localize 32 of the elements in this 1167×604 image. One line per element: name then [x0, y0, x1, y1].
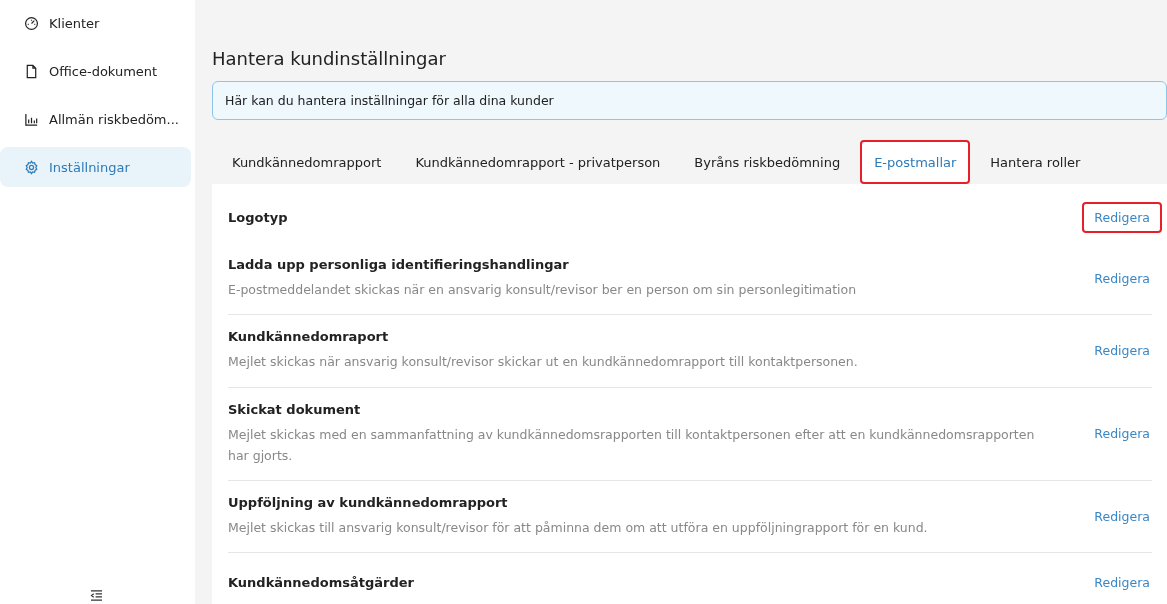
template-title: Logotyp	[228, 210, 288, 225]
template-description: E-postmeddelandet skickas när en ansvarig konsult/revisor ber en person om sin personlegitimation	[228, 281, 857, 299]
sidebar-item[interactable]: Klienter	[0, 3, 191, 43]
sidebar-item[interactable]: Allmän riskbedöm...	[0, 99, 191, 139]
tab[interactable]: E-postmallar	[860, 140, 971, 184]
template-description: Mejlet skickas när ansvarig konsult/revisor skickar ut en kundkännedomrapport till kontaktpersonen.	[228, 353, 858, 372]
edit-link[interactable]: Redigera	[1082, 501, 1162, 533]
edit-link[interactable]: Redigera	[1082, 202, 1162, 233]
tab[interactable]: Byråns riskbedömning	[680, 140, 855, 184]
collapse-menu-icon[interactable]	[90, 590, 103, 601]
template-description: Mejlet skickas med en sammanfattning av kundkännedomsrapporten till kontaktpersonen efter att en kundkännedomsrapporten har gjorts.	[228, 425, 1036, 465]
sidebar-item[interactable]: Inställningar	[0, 147, 191, 187]
template-title: Uppföljning av kundkännedomrapport	[228, 495, 509, 510]
template-description: Mejlet skickas till ansvarig konsult/revisor för att påminna dem om att utföra en uppföljningrapport för en kund.	[228, 519, 928, 537]
edit-link[interactable]: Redigera	[1082, 263, 1162, 295]
page-title: Hantera kundinställningar	[212, 48, 447, 69]
template-title: Skickat dokument	[228, 401, 362, 417]
sidebar-item[interactable]: Office-dokument	[0, 51, 191, 91]
tab[interactable]: Kundkännedomrapport	[218, 140, 396, 184]
tab[interactable]: Kundkännedomrapport - privatperson	[401, 140, 675, 184]
gauge-icon	[24, 15, 39, 31]
template-title: Kundkännedomsåtgärder	[228, 575, 414, 591]
template-title: Kundkännedomraport	[228, 329, 390, 345]
bar-chart-icon	[24, 111, 39, 127]
file-icon	[24, 63, 39, 79]
template-title: Ladda upp personliga identifieringshandlingar	[228, 257, 570, 272]
info-text: Här kan du hantera inställningar för alla dina kunder	[225, 93, 554, 108]
edit-link[interactable]: Redigera	[1082, 335, 1162, 367]
tab[interactable]: Hantera roller	[976, 140, 1095, 184]
edit-link[interactable]: Redigera	[1082, 418, 1162, 450]
settings-icon	[24, 159, 39, 175]
edit-link[interactable]: Redigera	[1082, 567, 1162, 599]
